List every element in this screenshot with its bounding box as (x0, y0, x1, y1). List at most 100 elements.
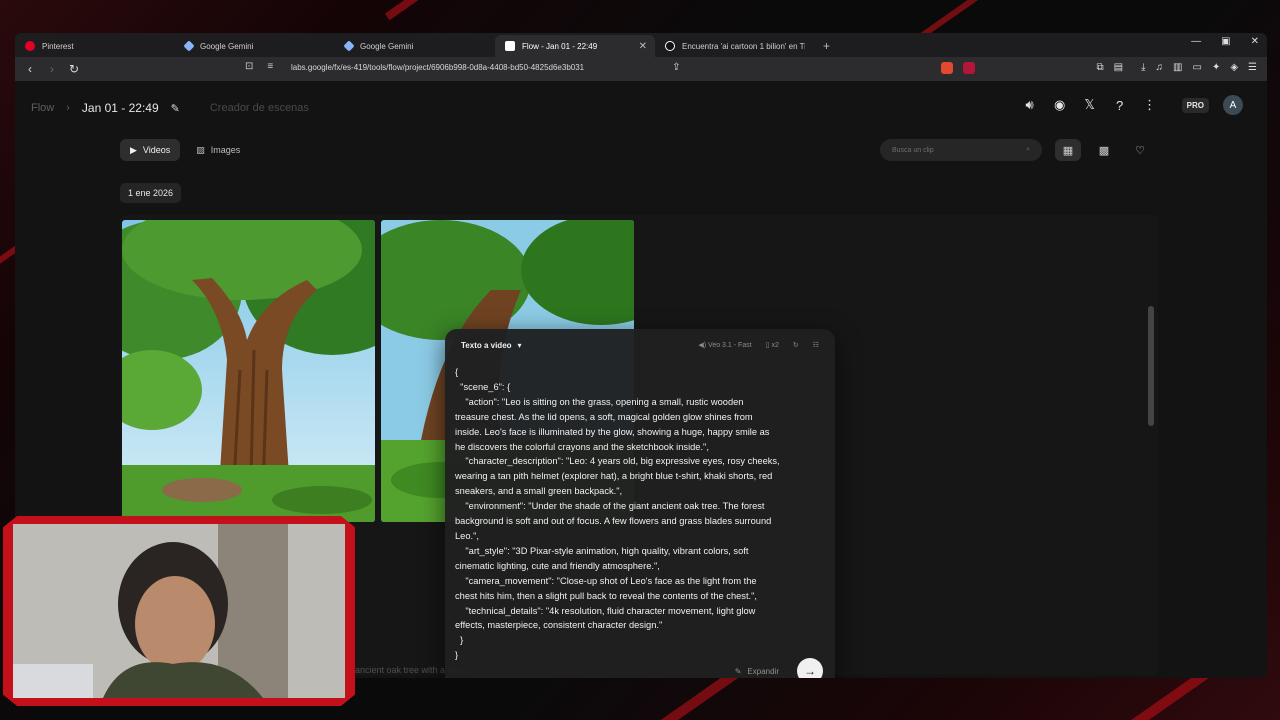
media-icon[interactable]: ♫ (1156, 62, 1164, 74)
media-filter: ▶ Videos ▨ Images (120, 139, 250, 161)
pro-badge: PRO (1181, 97, 1209, 113)
model-label: Veo 3.1 - Fast (708, 342, 752, 349)
site-info-icon[interactable]: ≡ (267, 61, 273, 72)
share-icon[interactable]: ⇪ (672, 62, 680, 74)
tab-label: Pinterest (42, 41, 74, 51)
search-placeholder: Busca un clip (892, 146, 934, 154)
crumb-flow[interactable]: Flow (31, 102, 54, 114)
tab-tiktok[interactable]: Encuentra 'ai cartoon 1 bilion' en Tik (655, 35, 815, 57)
search-icon: ⌕ (1026, 146, 1030, 153)
aspect-ratio-icon: ▯ (765, 342, 770, 349)
prompt-panel: Texto a video ▾ ◀) Veo 3.1 - Fast ▯ x2 ↻… (445, 329, 835, 678)
webcam-person (13, 524, 345, 698)
prompt-panel-footer: ✎ Expandir → (735, 658, 823, 678)
toolbar-extensions: ⇪ ⧉ ▤ ⤓ ♫ ▥ ▭ ✦ ◈ ☰ (672, 62, 1257, 74)
x-icon[interactable]: 𝕏 (1082, 97, 1098, 113)
filter-images-label: Images (210, 145, 241, 155)
video-thumbnail[interactable] (122, 220, 375, 522)
restore-icon[interactable]: ▣ (1221, 36, 1230, 47)
tab-flow[interactable]: Flow - Jan 01 - 22:49 ✕ (495, 35, 655, 57)
extensions-icon[interactable]: ⧉ (1097, 62, 1104, 74)
bookmark-icon[interactable]: ⊡ (245, 61, 253, 72)
address-bar[interactable]: labs.google/fx/es-419/tools/flow/project… (291, 63, 584, 72)
favorites-button[interactable]: ♡ (1127, 139, 1153, 161)
tab-label: Google Gemini (360, 41, 414, 51)
settings-icon[interactable]: ☷ (813, 341, 819, 349)
count-label: x2 (771, 342, 779, 349)
scrollbar[interactable] (1148, 306, 1154, 426)
oak-tree-scene (122, 220, 375, 522)
webcam-feed (13, 524, 345, 698)
tab-label: Google Gemini (200, 41, 254, 51)
tab-gemini[interactable]: Google Gemini (175, 35, 335, 57)
brave-shield-icon[interactable] (940, 62, 953, 74)
browser-toolbar: ‹ › ↻ ⊡ ≡ labs.google/fx/es-419/tools/fl… (15, 57, 1267, 81)
download-icon[interactable]: ⤓ (1141, 62, 1145, 74)
search-input[interactable]: Busca un clip ⌕ (880, 139, 1042, 161)
tab-label: Flow - Jan 01 - 22:49 (522, 41, 598, 51)
tiktok-icon (665, 41, 675, 51)
arrow-right-icon: → (804, 664, 816, 678)
audio-icon: ◀) (698, 342, 707, 349)
brave-rewards-icon[interactable] (962, 62, 975, 74)
dense-grid-button[interactable]: ▩ (1091, 139, 1117, 161)
discord-icon[interactable]: ◉ (1052, 97, 1068, 113)
new-tab-button[interactable]: + (815, 35, 838, 57)
grid-view-button[interactable]: ▦ (1055, 139, 1081, 161)
expand-button[interactable]: ✎ Expandir (735, 667, 779, 676)
model-select[interactable]: ◀) Veo 3.1 - Fast (698, 341, 751, 349)
mode-label: Texto a video (461, 340, 512, 350)
mode-select[interactable]: Texto a video ▾ (461, 341, 522, 350)
date-group-label: 1 ene 2026 (120, 183, 182, 203)
close-window-icon[interactable]: ✕ (1251, 36, 1259, 47)
pinterest-icon (25, 41, 35, 51)
expand-icon: ✎ (734, 666, 742, 676)
send-button[interactable]: → (797, 658, 823, 678)
chevron-down-icon: ▾ (517, 340, 522, 350)
prompt-textarea[interactable]: { "scene_6": { "action": "Leo is sitting… (445, 361, 835, 663)
view-switcher: ▦ ▩ ♡ (1055, 139, 1153, 161)
prompt-settings: ◀) Veo 3.1 - Fast ▯ x2 ↻ ☷ (698, 341, 819, 349)
tab-gemini-2[interactable]: Google Gemini (335, 35, 495, 57)
chevron-right-icon: › (66, 102, 70, 114)
more-icon[interactable]: ⋮ (1142, 97, 1158, 113)
back-icon[interactable]: ‹ (25, 62, 35, 76)
video-icon: ▶ (130, 144, 137, 155)
webcam-overlay (3, 516, 355, 706)
crumb-scene-builder[interactable]: Creador de escenas (210, 102, 309, 114)
output-count[interactable]: ▯ x2 (766, 341, 779, 349)
window-controls: — ▣ ✕ (1191, 36, 1259, 47)
image-icon: ▨ (196, 144, 205, 155)
wallet-icon[interactable]: ▭ (1192, 62, 1201, 74)
leo-icon[interactable]: ✦ (1212, 62, 1220, 74)
tab-strip: Pinterest Google Gemini Google Gemini Fl… (15, 33, 1267, 57)
close-icon[interactable]: ✕ (639, 41, 647, 52)
gemini-icon (183, 40, 195, 52)
help-icon[interactable]: ? (1112, 97, 1128, 113)
reset-icon[interactable]: ↻ (793, 341, 799, 349)
pencil-icon[interactable]: ✎ (171, 102, 180, 115)
filter-images[interactable]: ▨ Images (186, 139, 250, 161)
vpn-icon[interactable]: ◈ (1230, 62, 1238, 74)
speaker-icon[interactable]: 🔊︎ (1022, 97, 1038, 113)
minimize-icon[interactable]: — (1191, 36, 1201, 47)
forward-icon[interactable]: › (47, 62, 57, 76)
backdrop-streak (384, 0, 456, 21)
sidebar-icon[interactable]: ▥ (1173, 62, 1182, 74)
filter-videos[interactable]: ▶ Videos (120, 139, 181, 161)
filter-videos-label: Videos (142, 145, 171, 155)
gemini-icon (343, 40, 355, 52)
tab-label: Encuentra 'ai cartoon 1 bilion' en Tik (682, 41, 805, 51)
menu-icon[interactable]: ☰ (1248, 62, 1257, 74)
flow-icon (505, 41, 515, 51)
breadcrumb: Flow › Jan 01 - 22:49 ✎ Creador de escen… (31, 101, 309, 115)
header-actions: 🔊︎ ◉ 𝕏 ? ⋮ PRO A (1022, 95, 1243, 115)
url-left-icons: ⊡ ≡ (245, 61, 273, 72)
crumb-project[interactable]: Jan 01 - 22:49 (82, 101, 159, 115)
expand-label: Expandir (747, 666, 779, 676)
prompt-panel-header: Texto a video ▾ ◀) Veo 3.1 - Fast ▯ x2 ↻… (445, 329, 835, 361)
reload-icon[interactable]: ↻ (69, 62, 79, 76)
tab-pinterest[interactable]: Pinterest (15, 35, 175, 57)
avatar[interactable]: A (1223, 95, 1243, 115)
reader-icon[interactable]: ▤ (1114, 62, 1123, 74)
